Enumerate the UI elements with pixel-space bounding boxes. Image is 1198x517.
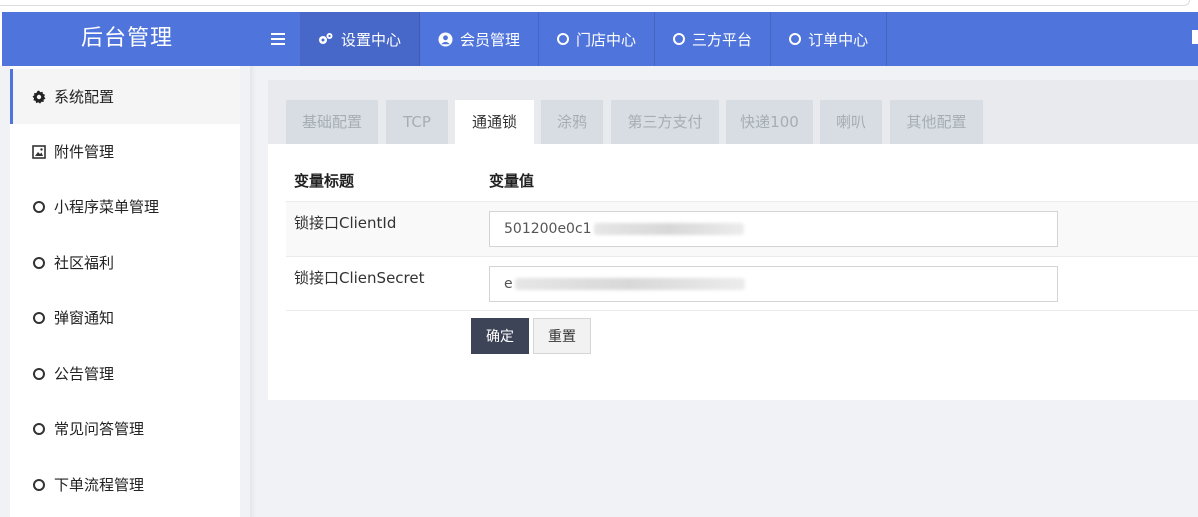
circle-icon (32, 200, 46, 214)
tab-speaker[interactable]: 喇叭 (820, 100, 882, 144)
sidebar: 系统配置 附件管理 小程序菜单管理 社区福利 弹窗通知 公告管理 常见问答管理 (0, 66, 250, 517)
sidebar-item-label: 小程序菜单管理 (54, 198, 160, 216)
user-circle-icon (438, 32, 453, 47)
topnav-label: 门店中心 (576, 30, 637, 49)
tab-kuaidi100[interactable]: 快递100 (726, 100, 813, 144)
topnav-item-members[interactable]: 会员管理 (420, 12, 540, 66)
sidebar-item-label: 常见问答管理 (54, 420, 145, 438)
circle-icon (557, 33, 570, 45)
tab-third-party-payment[interactable]: 第三方支付 (611, 100, 719, 144)
top-nav: 设置中心 会员管理 门店中心 三方平台 订单中心 (300, 12, 888, 66)
sidebar-item-label: 公告管理 (54, 365, 115, 383)
sidebar-item-label: 下单流程管理 (54, 476, 145, 494)
column-header-title: 变量标题 (294, 172, 355, 190)
field-label: 锁接口ClientId (294, 214, 397, 232)
tab-bar: 基础配置 TCP 通通锁 涂鸦 第三方支付 快递100 喇叭 其他配置 (268, 80, 1198, 144)
sidebar-item-miniprogram-menu[interactable]: 小程序菜单管理 (10, 179, 240, 234)
circle-icon (32, 311, 46, 325)
sidebar-item-label: 系统配置 (54, 88, 115, 106)
topnav-label: 订单中心 (808, 30, 869, 49)
config-panel: 基础配置 TCP 通通锁 涂鸦 第三方支付 快递100 喇叭 其他配置 变量标题… (268, 80, 1198, 400)
topnav-label: 三方平台 (692, 30, 753, 49)
form-row-client-id: 锁接口ClientId 501200e0c1 (286, 201, 1198, 256)
topnav-item-settings[interactable]: 设置中心 (300, 12, 421, 66)
circle-icon (32, 256, 46, 270)
sidebar-item-label: 社区福利 (54, 254, 115, 272)
tab-tuya[interactable]: 涂鸦 (541, 100, 603, 144)
column-header-value: 变量值 (489, 172, 535, 190)
circle-icon (673, 33, 686, 45)
gear-icon (32, 90, 46, 104)
image-icon (32, 144, 46, 159)
sidebar-item-label: 弹窗通知 (54, 309, 115, 327)
client-id-input[interactable]: 501200e0c1 (489, 211, 1058, 247)
input-value: e (504, 276, 513, 292)
sidebar-item-system-config[interactable]: 系统配置 (10, 69, 240, 124)
circle-icon (32, 478, 46, 492)
form-header: 变量标题 变量值 (286, 144, 1198, 198)
circle-icon (32, 422, 46, 436)
topnav-label: 设置中心 (341, 30, 402, 49)
circle-icon (789, 33, 802, 45)
trash-icon[interactable] (1192, 30, 1198, 44)
gears-icon (318, 32, 334, 46)
field-label: 锁接口ClienSecret (294, 269, 425, 287)
topnav-item-third-party[interactable]: 三方平台 (655, 12, 772, 66)
reset-button[interactable]: 重置 (533, 318, 591, 354)
tab-tcp[interactable]: TCP (386, 100, 448, 144)
menu-toggle-icon[interactable] (260, 12, 296, 66)
topnav-label: 会员管理 (460, 30, 521, 49)
sidebar-item-announcements[interactable]: 公告管理 (10, 346, 240, 401)
form-row-client-secret: 锁接口ClienSecret e (286, 256, 1198, 311)
form-buttons: 确定 重置 (471, 318, 591, 354)
sidebar-item-label: 附件管理 (54, 143, 115, 161)
circle-icon (32, 367, 46, 381)
submit-button[interactable]: 确定 (471, 318, 529, 354)
sidebar-item-attachments[interactable]: 附件管理 (10, 124, 240, 179)
tab-basic-config[interactable]: 基础配置 (286, 100, 378, 144)
app-title: 后台管理 (80, 26, 173, 51)
sidebar-item-faq[interactable]: 常见问答管理 (10, 401, 240, 456)
top-header: 后台管理 设置中心 会员管理 门店中心 三方平台 订单中心 (2, 12, 1198, 66)
browser-top-strip (0, 0, 1198, 12)
tab-other-config[interactable]: 其他配置 (890, 100, 983, 144)
client-secret-input[interactable]: e (489, 266, 1058, 302)
tab-tongtong-lock[interactable]: 通通锁 (455, 100, 534, 144)
sidebar-item-order-flow[interactable]: 下单流程管理 (10, 457, 240, 512)
sidebar-item-community-welfare[interactable]: 社区福利 (10, 235, 240, 290)
topnav-item-orders[interactable]: 订单中心 (771, 12, 888, 66)
main-content: 基础配置 TCP 通通锁 涂鸦 第三方支付 快递100 喇叭 其他配置 变量标题… (250, 66, 1198, 517)
input-value: 501200e0c1 (504, 221, 592, 237)
sidebar-item-popup-notice[interactable]: 弹窗通知 (10, 290, 240, 345)
topnav-item-stores[interactable]: 门店中心 (539, 12, 656, 66)
